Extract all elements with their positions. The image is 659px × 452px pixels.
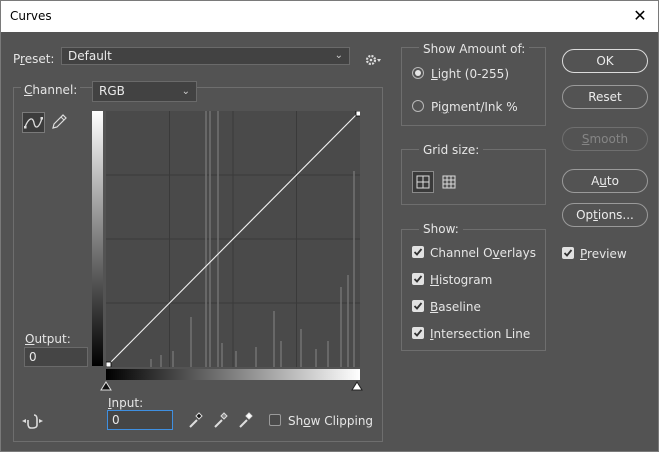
histogram-label: Histogram <box>430 273 493 287</box>
channel-overlays-label: Channel Overlays <box>430 246 536 260</box>
curve-point-black[interactable] <box>106 361 112 367</box>
preview-label: Preview <box>580 247 627 261</box>
window-title: Curves <box>10 9 52 23</box>
channel-label: Channel: <box>21 83 81 97</box>
reset-button[interactable]: Reset <box>562 85 648 109</box>
preset-dropdown[interactable]: Default ⌄ <box>61 47 350 65</box>
input-label: Input: <box>108 396 144 410</box>
show-title: Show: <box>419 222 463 236</box>
input-field[interactable]: 0 <box>107 410 173 430</box>
large-grid-icon <box>416 175 430 189</box>
intersection-line-checkbox[interactable] <box>412 327 424 339</box>
preset-label: Preset: <box>13 52 55 66</box>
channel-dropdown[interactable]: RGB ⌄ <box>92 81 197 102</box>
input-gradient-bar <box>106 369 360 380</box>
channel-overlays-checkbox[interactable] <box>412 246 424 258</box>
curve-mode-button[interactable] <box>22 112 45 133</box>
ok-button[interactable]: OK <box>562 49 648 73</box>
chevron-down-icon: ⌄ <box>334 50 343 61</box>
settings-gear-icon[interactable] <box>365 54 383 66</box>
chevron-down-icon: ⌄ <box>181 86 190 97</box>
curves-dialog: Curves ✕ Preset: Default ⌄ Channel: RGB ⌄ <box>0 0 659 452</box>
small-grid-button[interactable] <box>438 171 460 193</box>
pencil-icon[interactable] <box>50 113 68 131</box>
white-point-eyedropper-icon[interactable] <box>238 411 254 429</box>
close-icon[interactable]: ✕ <box>626 3 654 29</box>
options-button[interactable]: Options... <box>562 203 648 227</box>
baseline-checkbox[interactable] <box>412 300 424 312</box>
black-point-eyedropper-icon[interactable] <box>188 411 204 429</box>
large-grid-button[interactable] <box>412 171 434 193</box>
preset-value: Default <box>68 49 112 63</box>
intersection-line-label: Intersection Line <box>430 327 531 341</box>
curve-mode-icon <box>24 117 43 129</box>
output-gradient-bar <box>92 111 103 366</box>
light-label: Light (0-255) <box>431 67 509 81</box>
show-clipping-checkbox[interactable] <box>269 414 281 426</box>
black-point-slider-icon[interactable] <box>100 381 112 391</box>
channel-value: RGB <box>99 84 125 98</box>
smooth-button[interactable]: Smooth <box>562 127 648 151</box>
output-field[interactable]: 0 <box>24 347 88 367</box>
pigment-radio[interactable] <box>412 100 424 112</box>
curve-point-white[interactable] <box>355 111 360 117</box>
light-radio[interactable] <box>412 67 424 79</box>
show-amount-title: Show Amount of: <box>419 42 530 56</box>
output-label: Output: <box>25 332 71 346</box>
pigment-label: Pigment/Ink % <box>431 100 518 114</box>
curve-graph[interactable] <box>106 111 360 367</box>
grid-size-title: Grid size: <box>419 143 484 157</box>
gray-point-eyedropper-icon[interactable] <box>213 411 229 429</box>
show-clipping-label: Show Clipping <box>288 414 374 428</box>
preview-checkbox[interactable] <box>562 247 574 259</box>
target-adjust-icon[interactable] <box>22 412 46 430</box>
white-point-slider-icon[interactable] <box>351 381 363 391</box>
auto-button[interactable]: Auto <box>562 169 648 193</box>
small-grid-icon <box>442 175 456 189</box>
baseline-label: Baseline <box>430 300 481 314</box>
histogram-checkbox[interactable] <box>412 273 424 285</box>
title-bar: Curves ✕ <box>1 1 658 32</box>
show-amount-group <box>401 47 546 126</box>
